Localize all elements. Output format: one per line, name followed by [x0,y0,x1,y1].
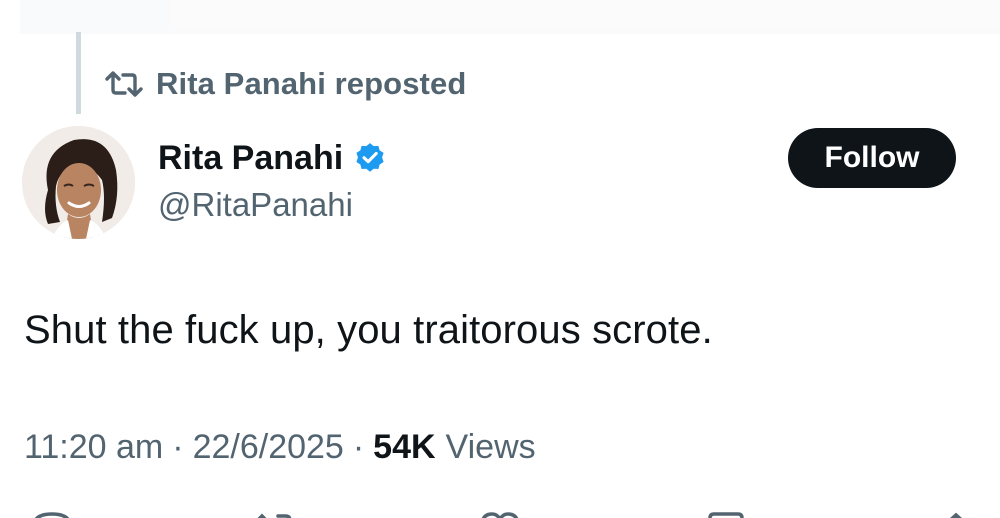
avatar[interactable] [22,126,135,239]
author-handle[interactable]: @RitaPanahi [158,186,353,224]
like-icon[interactable] [478,512,522,518]
previous-tweet-bar [170,0,1000,30]
thread-connector-line [76,32,81,114]
tweet-metadata: 11:20 am · 22/6/2025 · 54K Views [24,428,536,467]
author-name-row: Rita Panahi [158,137,387,179]
reply-icon[interactable] [30,512,74,518]
repost-context[interactable]: Rita Panahi reposted [104,64,466,104]
tweet-text: Shut the fuck up, you traitorous scrote. [24,308,713,352]
meta-separator: · [352,428,365,466]
repost-icon[interactable] [252,512,296,518]
bookmark-icon[interactable] [706,512,746,518]
views-label: Views [445,428,536,466]
meta-separator: · [172,428,184,466]
tweet-action-bar [0,506,1000,518]
avatar-portrait [22,126,135,239]
previous-tweet-fragment [20,0,1000,34]
verified-badge-icon[interactable] [353,141,387,175]
share-icon[interactable] [936,512,976,518]
display-name[interactable]: Rita Panahi [158,139,343,178]
repost-icon [105,71,143,97]
views-count[interactable]: 54K [373,428,435,467]
tweet-date[interactable]: 22/6/2025 [193,428,344,467]
repost-label: Rita Panahi reposted [156,66,467,101]
follow-button[interactable]: Follow [788,128,956,188]
tweet-time[interactable]: 11:20 am [24,428,163,467]
